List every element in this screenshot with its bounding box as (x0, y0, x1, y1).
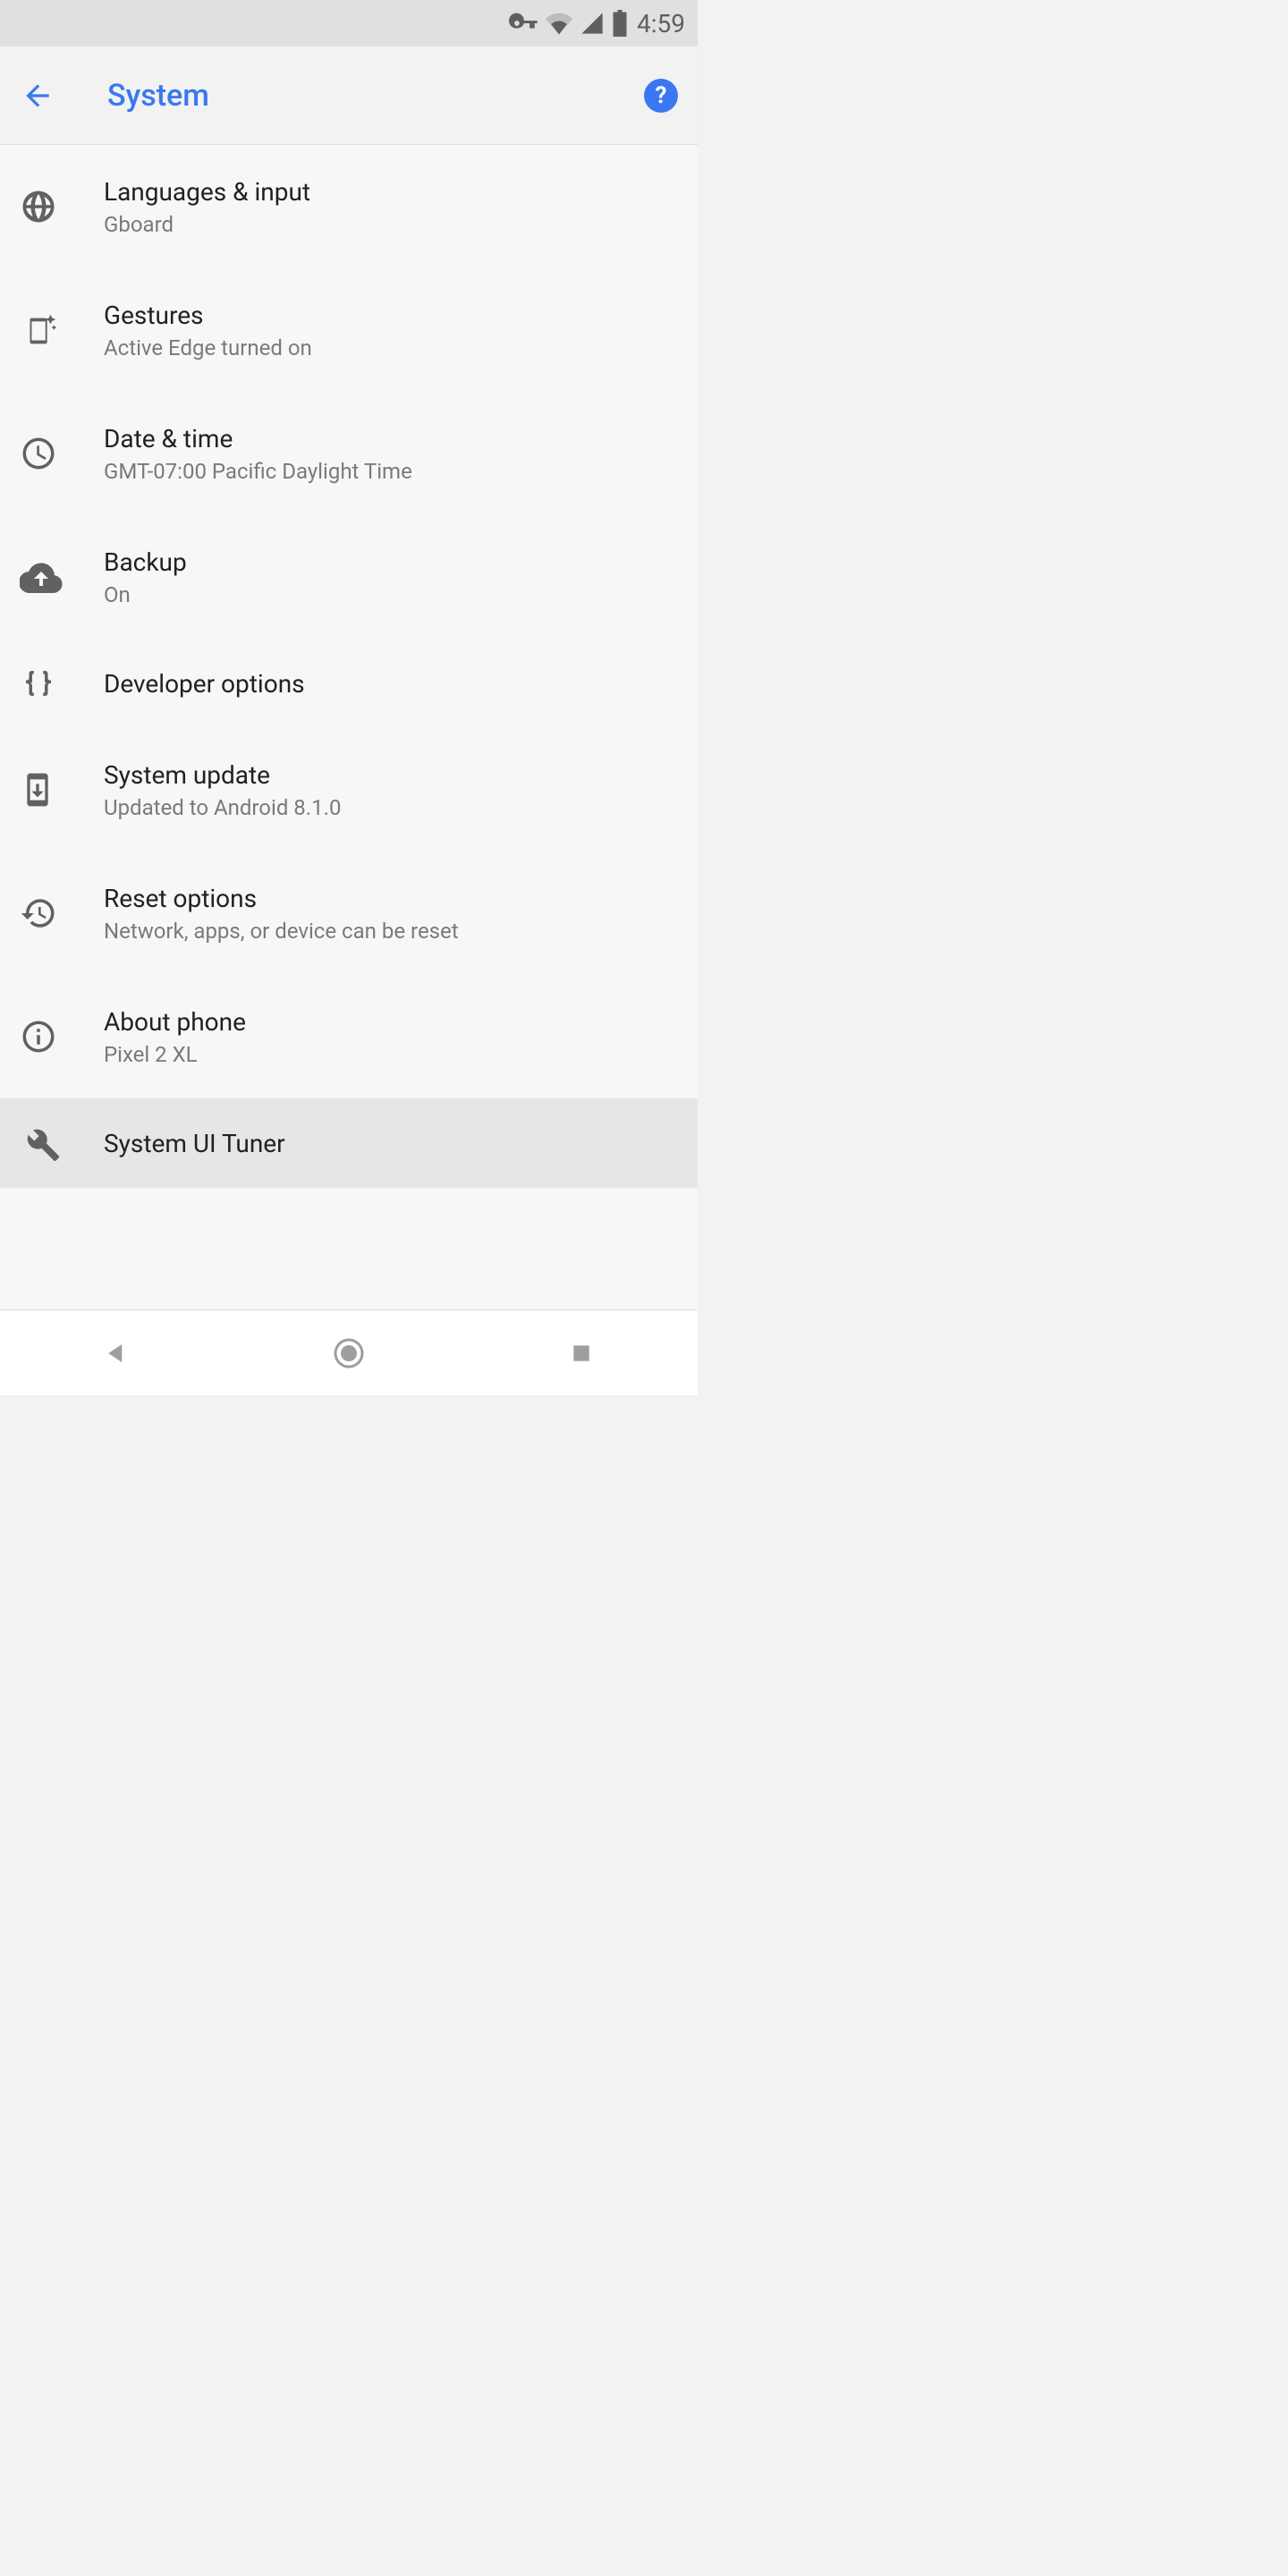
clock-text: 4:59 (635, 9, 685, 38)
status-bar: 4:59 (0, 0, 698, 47)
row-subtitle: On (104, 582, 678, 607)
nav-back-button[interactable] (89, 1326, 143, 1380)
cell-signal-icon (580, 11, 605, 36)
navigation-bar (0, 1309, 698, 1395)
help-button[interactable]: ? (644, 79, 678, 113)
wifi-icon (546, 10, 572, 37)
nav-home-button[interactable] (322, 1326, 376, 1380)
wrench-icon (20, 1123, 104, 1164)
row-title: Reset options (104, 884, 678, 913)
system-update-icon (20, 772, 104, 808)
info-icon (20, 1018, 104, 1055)
nav-recent-button[interactable] (555, 1326, 608, 1380)
row-system-update[interactable]: System update Updated to Android 8.1.0 (0, 728, 698, 852)
row-title: Developer options (104, 669, 678, 699)
page-title: System (55, 78, 644, 114)
globe-icon (20, 188, 104, 225)
blank-space (0, 1188, 698, 1309)
row-title: Backup (104, 547, 678, 577)
app-bar: System ? (0, 47, 698, 145)
row-languages-input[interactable]: Languages & input Gboard (0, 145, 698, 268)
row-title: About phone (104, 1007, 678, 1037)
row-system-ui-tuner[interactable]: System UI Tuner (0, 1098, 698, 1188)
row-title: System update (104, 760, 678, 790)
row-developer-options[interactable]: Developer options (0, 639, 698, 728)
row-date-time[interactable]: Date & time GMT-07:00 Pacific Daylight T… (0, 392, 698, 515)
row-subtitle: Updated to Android 8.1.0 (104, 795, 678, 820)
restore-icon (20, 894, 104, 932)
settings-list: Languages & input Gboard Gestures Active… (0, 145, 698, 1309)
row-title: Date & time (104, 424, 678, 453)
row-subtitle: GMT-07:00 Pacific Daylight Time (104, 459, 678, 484)
row-about-phone[interactable]: About phone Pixel 2 XL (0, 975, 698, 1098)
back-button[interactable] (20, 79, 55, 113)
braces-icon (20, 665, 104, 702)
row-reset-options[interactable]: Reset options Network, apps, or device c… (0, 852, 698, 975)
row-backup[interactable]: Backup On (0, 515, 698, 639)
row-subtitle: Network, apps, or device can be reset (104, 919, 678, 944)
vpn-key-icon (508, 8, 538, 38)
row-subtitle: Active Edge turned on (104, 335, 678, 360)
clock-icon (20, 435, 104, 472)
battery-icon (612, 10, 628, 37)
row-title: Languages & input (104, 177, 678, 207)
row-title: System UI Tuner (104, 1129, 678, 1158)
row-subtitle: Pixel 2 XL (104, 1042, 678, 1067)
row-gestures[interactable]: Gestures Active Edge turned on (0, 268, 698, 392)
cloud-upload-icon (20, 555, 104, 598)
gestures-icon (20, 309, 104, 351)
row-title: Gestures (104, 301, 678, 330)
row-subtitle: Gboard (104, 212, 678, 237)
